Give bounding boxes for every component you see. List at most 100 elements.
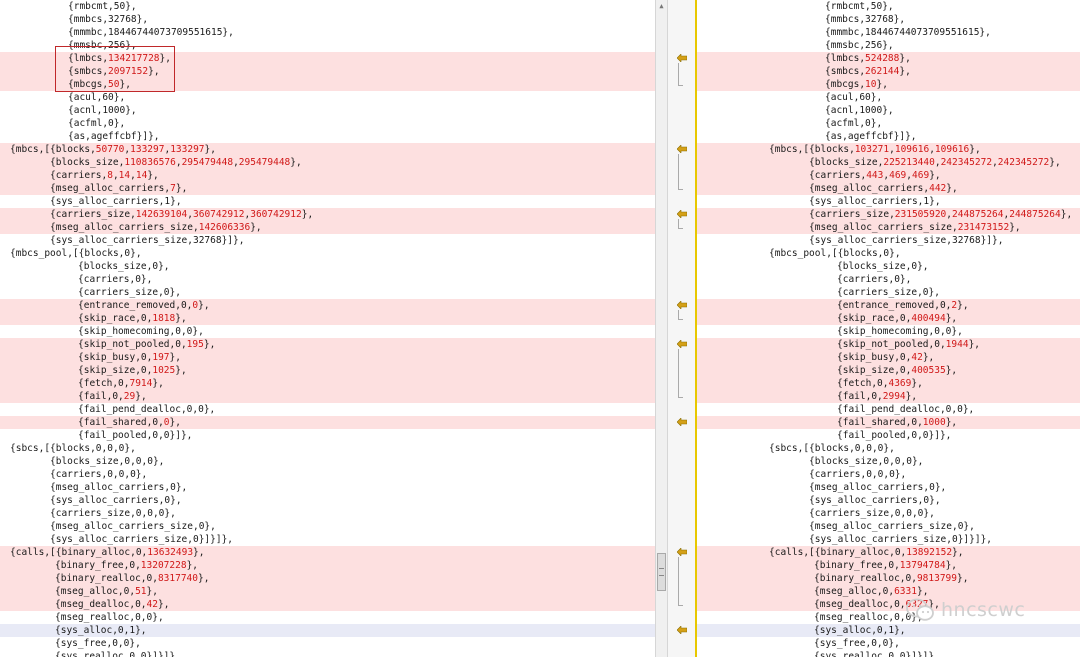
diff-line[interactable]: {fail,0,29}, [0,390,655,403]
code-line[interactable]: {mmsbc,256}, [697,39,1080,52]
code-line[interactable]: {carriers_size,0}, [0,286,655,299]
code-line[interactable]: {sys_alloc_carriers_size,32768}]}, [0,234,655,247]
diff-line[interactable]: {mseg_alloc,0,51}, [0,585,655,598]
copy-left-arrow-icon[interactable] [677,340,687,348]
code-line[interactable]: {mmbcs,32768}, [697,13,1080,26]
code-line[interactable]: {mmbcs,32768}, [0,13,655,26]
diff-line[interactable]: {carriers,8,14,14}, [0,169,655,182]
diff-line[interactable]: {blocks_size,225213440,242345272,2423452… [697,156,1080,169]
code-line[interactable]: {fail_pend_dealloc,0,0}, [697,403,1080,416]
code-line[interactable]: {carriers,0}, [697,273,1080,286]
diff-line[interactable]: {mseg_alloc_carriers_size,142606336}, [0,221,655,234]
code-line[interactable]: {carriers,0}, [0,273,655,286]
diff-line[interactable]: {calls,[{binary_alloc,0,13892152}, [697,546,1080,559]
diff-line[interactable]: {skip_size,0,400535}, [697,364,1080,377]
code-line[interactable]: {sys_alloc_carriers_size,0}]}]}, [0,533,655,546]
diff-line[interactable]: {binary_free,0,13794784}, [697,559,1080,572]
code-line[interactable]: {blocks_size,0}, [697,260,1080,273]
code-line[interactable]: {fail_pooled,0,0}]}, [697,429,1080,442]
copy-left-arrow-icon[interactable] [677,210,687,218]
diff-line[interactable]: {skip_race,0,400494}, [697,312,1080,325]
copy-left-arrow-icon[interactable] [677,548,687,556]
diff-line[interactable]: {entrance_removed,0,0}, [0,299,655,312]
scroll-thumb[interactable] [657,553,666,591]
code-line[interactable]: {fail_pend_dealloc,0,0}, [0,403,655,416]
code-line[interactable]: {mmmbc,18446744073709551615}, [0,26,655,39]
code-line[interactable]: {rmbcmt,50}, [0,0,655,13]
diff-line[interactable]: {skip_size,0,1025}, [0,364,655,377]
code-line[interactable]: {mseg_alloc_carriers_size,0}, [697,520,1080,533]
diff-line[interactable]: {entrance_removed,0,2}, [697,299,1080,312]
code-line[interactable]: {mbcs_pool,[{blocks,0}, [0,247,655,260]
diff-line[interactable]: {mseg_alloc_carriers,442}, [697,182,1080,195]
code-line[interactable]: {mmmbc,18446744073709551615}, [697,26,1080,39]
copy-left-arrow-icon[interactable] [677,54,687,62]
code-line[interactable]: {acul,60}, [697,91,1080,104]
diff-line[interactable]: {mseg_alloc_carriers,7}, [0,182,655,195]
code-line[interactable]: {acfml,0}, [697,117,1080,130]
diff-line[interactable]: {fail,0,2994}, [697,390,1080,403]
diff-line[interactable]: {carriers_size,231505920,244875264,24487… [697,208,1080,221]
code-line[interactable]: {mseg_realloc,0,0}, [0,611,655,624]
copy-left-arrow-icon[interactable] [677,301,687,309]
diff-line[interactable]: {carriers,443,469,469}, [697,169,1080,182]
diff-line[interactable]: {lmbcs,524288}, [697,52,1080,65]
code-line[interactable]: {as,ageffcbf}]}, [697,130,1080,143]
diff-line[interactable]: {skip_not_pooled,0,1944}, [697,338,1080,351]
code-line[interactable]: {blocks_size,0,0,0}, [697,455,1080,468]
diff-line[interactable]: {calls,[{binary_alloc,0,13632493}, [0,546,655,559]
code-line[interactable]: {sys_realloc,0,0}]}]}, [697,650,1080,657]
code-line[interactable]: {acfml,0}, [0,117,655,130]
code-line[interactable]: {sys_alloc_carriers_size,32768}]}, [697,234,1080,247]
code-line[interactable]: {carriers_size,0}, [697,286,1080,299]
code-line[interactable]: {blocks_size,0,0,0}, [0,455,655,468]
diff-line[interactable]: {binary_free,0,13207228}, [0,559,655,572]
right-diff-pane[interactable]: {rmbcmt,50}, {mmbcs,32768}, {mmmbc,1844674… [697,0,1080,657]
diff-line[interactable]: {mbcs,[{blocks,103271,109616,109616}, [697,143,1080,156]
code-line[interactable]: {mseg_alloc_carriers_size,0}, [0,520,655,533]
code-line[interactable]: {blocks_size,0}, [0,260,655,273]
code-line[interactable]: {sys_alloc_carriers,0}, [697,494,1080,507]
code-line[interactable]: {sys_alloc_carriers,1}, [697,195,1080,208]
left-diff-pane[interactable]: {rmbcmt,50}, {mmbcs,32768}, {mmmbc,1844674… [0,0,655,657]
diff-line[interactable]: {fetch,0,7914}, [0,377,655,390]
code-line[interactable]: {acnl,1000}, [697,104,1080,117]
code-line[interactable]: {mseg_alloc_carriers,0}, [697,481,1080,494]
copy-left-arrow-icon[interactable] [677,626,687,634]
code-line[interactable]: {mseg_alloc_carriers,0}, [0,481,655,494]
diff-line[interactable]: {mseg_dealloc,0,42}, [0,598,655,611]
code-line[interactable]: {sbcs,[{blocks,0,0,0}, [0,442,655,455]
code-line[interactable]: {fail_pooled,0,0}]}, [0,429,655,442]
code-line[interactable]: {sbcs,[{blocks,0,0,0}, [697,442,1080,455]
code-line[interactable]: {sys_alloc_carriers,0}, [0,494,655,507]
diff-line[interactable]: {blocks_size,110836576,295479448,2954794… [0,156,655,169]
code-line[interactable]: {sys_realloc,0,0}]}]}, [0,650,655,657]
diff-line[interactable]: {mbcgs,10}, [697,78,1080,91]
vertical-scrollbar[interactable]: ▲ [655,0,668,657]
diff-line[interactable]: {mbcs,[{blocks,50770,133297,133297}, [0,143,655,156]
code-line[interactable]: {mbcs_pool,[{blocks,0}, [697,247,1080,260]
code-line[interactable]: {sys_alloc_carriers_size,0}]}]}, [697,533,1080,546]
copy-left-arrow-icon[interactable] [677,418,687,426]
code-line[interactable]: {as,ageffcbf}]}, [0,130,655,143]
diff-line[interactable]: {fetch,0,4369}, [697,377,1080,390]
diff-line[interactable]: {mseg_alloc_carriers_size,231473152}, [697,221,1080,234]
code-line[interactable]: {carriers,0,0,0}, [0,468,655,481]
code-line[interactable]: {carriers_size,0,0,0}, [697,507,1080,520]
diff-line[interactable]: {skip_busy,0,197}, [0,351,655,364]
diff-line[interactable]: {skip_not_pooled,0,195}, [0,338,655,351]
code-line[interactable]: {sys_free,0,0}, [697,637,1080,650]
code-line[interactable]: {carriers_size,0,0,0}, [0,507,655,520]
code-line[interactable]: {carriers,0,0,0}, [697,468,1080,481]
code-line[interactable]: {skip_homecoming,0,0}, [0,325,655,338]
code-line[interactable]: {rmbcmt,50}, [697,0,1080,13]
code-line[interactable]: {acnl,1000}, [0,104,655,117]
diff-line[interactable]: {binary_realloc,0,8317740}, [0,572,655,585]
code-line[interactable]: {sys_alloc,0,1}, [697,624,1080,637]
scroll-up-arrow-icon[interactable]: ▲ [656,0,667,12]
code-line[interactable]: {sys_free,0,0}, [0,637,655,650]
diff-line[interactable]: {fail_shared,0,0}, [0,416,655,429]
copy-left-arrow-icon[interactable] [677,145,687,153]
diff-line[interactable]: {skip_busy,0,42}, [697,351,1080,364]
code-line[interactable]: {acul,60}, [0,91,655,104]
